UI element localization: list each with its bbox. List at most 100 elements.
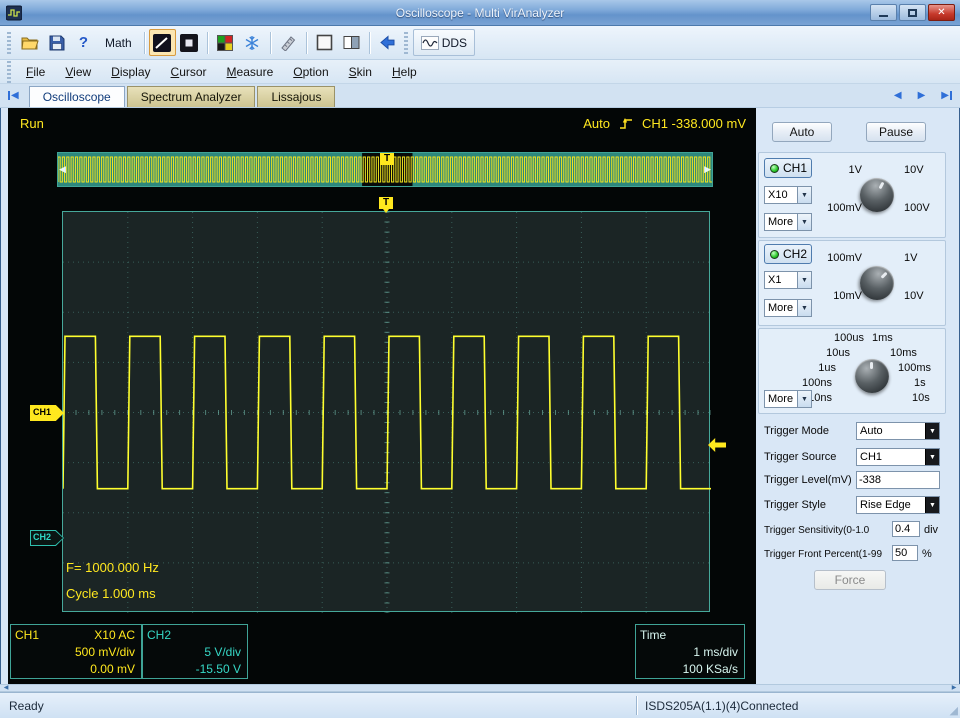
color-settings-button[interactable] <box>212 29 239 56</box>
ch1-info-scale: 500 mV/div <box>74 645 135 659</box>
ch2-probe-select[interactable]: X1 ▼ <box>764 271 812 289</box>
square-frame-icon <box>316 34 332 51</box>
trigger-front-input[interactable] <box>892 545 918 561</box>
timebase-more-select[interactable]: More ▼ <box>764 390 812 408</box>
ch1-more-select[interactable]: More ▼ <box>764 213 812 231</box>
menu-item-option[interactable]: Option <box>283 62 338 82</box>
palette-icon <box>217 34 234 51</box>
toolbar-separator <box>269 31 271 54</box>
scope-display: Run Auto CH1 -338.000 mV ◀ ▶ T T CH1 CH2… <box>8 108 756 684</box>
back-button[interactable] <box>374 29 401 56</box>
menu-item-measure[interactable]: Measure <box>217 62 284 82</box>
pause-button[interactable]: Pause <box>866 122 926 142</box>
menu-item-skin[interactable]: Skin <box>339 62 382 82</box>
open-file-button[interactable] <box>16 29 43 56</box>
tab-scroll-prev-button[interactable]: ◀ <box>890 84 906 107</box>
trigger-mode-label: Trigger Mode <box>764 425 830 437</box>
connection-status: ISDS205A(1.1)(4)Connected <box>645 699 799 713</box>
timebase-knob[interactable] <box>855 359 889 393</box>
overview-trigger-marker[interactable]: T <box>380 153 394 165</box>
first-bar-icon <box>8 91 10 100</box>
timebase-label-100us: 100us <box>834 332 864 344</box>
scroll-right-button[interactable]: ▶ <box>949 685 959 691</box>
single-trace-button[interactable] <box>148 29 176 56</box>
save-button[interactable] <box>43 29 70 56</box>
tab-lissajous[interactable]: Lissajous <box>257 86 336 107</box>
timebase-label-1us: 1us <box>818 362 836 374</box>
auto-button[interactable]: Auto <box>772 122 832 142</box>
trigger-position-marker[interactable]: T <box>379 197 393 213</box>
chevron-down-icon: ▼ <box>797 214 811 230</box>
timebase-label-100ms: 100ms <box>898 362 932 374</box>
ch1-enable-button[interactable]: CH1 <box>764 158 812 178</box>
overview-pan-right-icon[interactable]: ▶ <box>704 163 711 176</box>
chevron-down-icon: ▼ <box>797 272 811 288</box>
timebase-label-1ms: 1ms <box>872 332 893 344</box>
ch2-volts-label-1v: 1V <box>904 252 918 264</box>
toolbar: ? Math DDS <box>0 26 960 60</box>
ch1-volts-label-100v: 100V <box>904 202 930 214</box>
chevron-down-icon: ▼ <box>925 449 939 465</box>
menu-item-view[interactable]: View <box>55 62 101 82</box>
ch1-position-marker[interactable]: CH1 <box>30 405 64 421</box>
status-separator <box>636 696 637 715</box>
menu-item-help[interactable]: Help <box>382 62 427 82</box>
ch1-probe-select[interactable]: X10 ▼ <box>764 186 812 204</box>
math-button[interactable]: Math <box>97 29 140 56</box>
measure-button[interactable] <box>275 29 302 56</box>
dds-button[interactable]: DDS <box>412 29 476 56</box>
trigger-sensitivity-unit: div <box>924 524 939 536</box>
tab-spectrum-analyzer[interactable]: Spectrum Analyzer <box>126 86 256 107</box>
scroll-left-button[interactable]: ◀ <box>1 685 11 691</box>
toolbar-gripper <box>403 31 408 54</box>
ch2-position-marker[interactable]: CH2 <box>30 530 64 546</box>
ch2-enable-button[interactable]: CH2 <box>764 244 812 264</box>
split-view-button[interactable] <box>338 29 365 56</box>
ch2-info-box: CH2 5 V/div -15.50 V <box>142 624 248 679</box>
graticule <box>62 211 711 613</box>
trigger-mode-select[interactable]: Auto ▼ <box>856 422 940 440</box>
sine-wave-icon <box>420 35 439 50</box>
dds-button-label: DDS <box>441 35 468 50</box>
trigger-sensitivity-label: Trigger Sensitivity(0-1.0 <box>764 525 870 536</box>
tabbar: ◀ Oscilloscope Spectrum Analyzer Lissajo… <box>0 84 960 108</box>
maximize-icon <box>908 8 917 17</box>
force-trigger-button[interactable]: Force <box>814 570 886 590</box>
ch2-more-select[interactable]: More ▼ <box>764 299 812 317</box>
run-status: Run <box>20 116 44 131</box>
ch1-info-box: CH1 X10 AC 500 mV/div 0.00 mV <box>10 624 142 679</box>
overview-strip: ◀ ▶ T <box>57 152 713 187</box>
stop-button[interactable] <box>176 29 203 56</box>
tab-scroll-last-button[interactable]: ▶ <box>937 84 956 107</box>
ch2-info-name: CH2 <box>147 628 172 642</box>
trigger-style-select[interactable]: Rise Edge ▼ <box>856 496 940 514</box>
tab-scroll-first-button[interactable]: ◀ <box>4 84 23 107</box>
nav-next-icon: ▶ <box>917 90 926 101</box>
menubar-gripper <box>7 60 11 83</box>
horizontal-scrollbar[interactable]: ◀ ▶ <box>0 684 960 692</box>
tab-scroll-next-button[interactable]: ▶ <box>914 84 930 107</box>
close-button[interactable]: ✕ <box>928 4 955 21</box>
overview-pan-left-icon[interactable]: ◀ <box>59 163 66 176</box>
maximize-button[interactable] <box>899 4 926 21</box>
full-view-button[interactable] <box>311 29 338 56</box>
ch1-info-name: CH1 <box>15 628 40 642</box>
trigger-level-input[interactable] <box>856 471 940 489</box>
frequency-readout: F= 1000.000 Hz <box>66 560 159 575</box>
chevron-down-icon: ▼ <box>797 187 811 203</box>
ch1-led-icon <box>770 163 779 173</box>
menu-item-cursor[interactable]: Cursor <box>161 62 217 82</box>
last-bar-icon <box>950 91 952 100</box>
menu-item-display[interactable]: Display <box>101 62 160 82</box>
tab-oscilloscope[interactable]: Oscilloscope <box>28 86 125 107</box>
status-text: Ready <box>9 699 44 713</box>
minimize-button[interactable] <box>870 4 897 21</box>
nav-prev-icon: ◀ <box>893 90 902 101</box>
help-button[interactable]: ? <box>70 29 97 56</box>
resize-grip[interactable]: ◢ <box>950 704 958 717</box>
freeze-button[interactable] <box>239 29 266 56</box>
menu-item-file[interactable]: File <box>16 62 55 82</box>
back-arrow-icon <box>379 35 395 50</box>
trigger-source-select[interactable]: CH1 ▼ <box>856 448 940 466</box>
trigger-sensitivity-input[interactable] <box>892 521 920 537</box>
